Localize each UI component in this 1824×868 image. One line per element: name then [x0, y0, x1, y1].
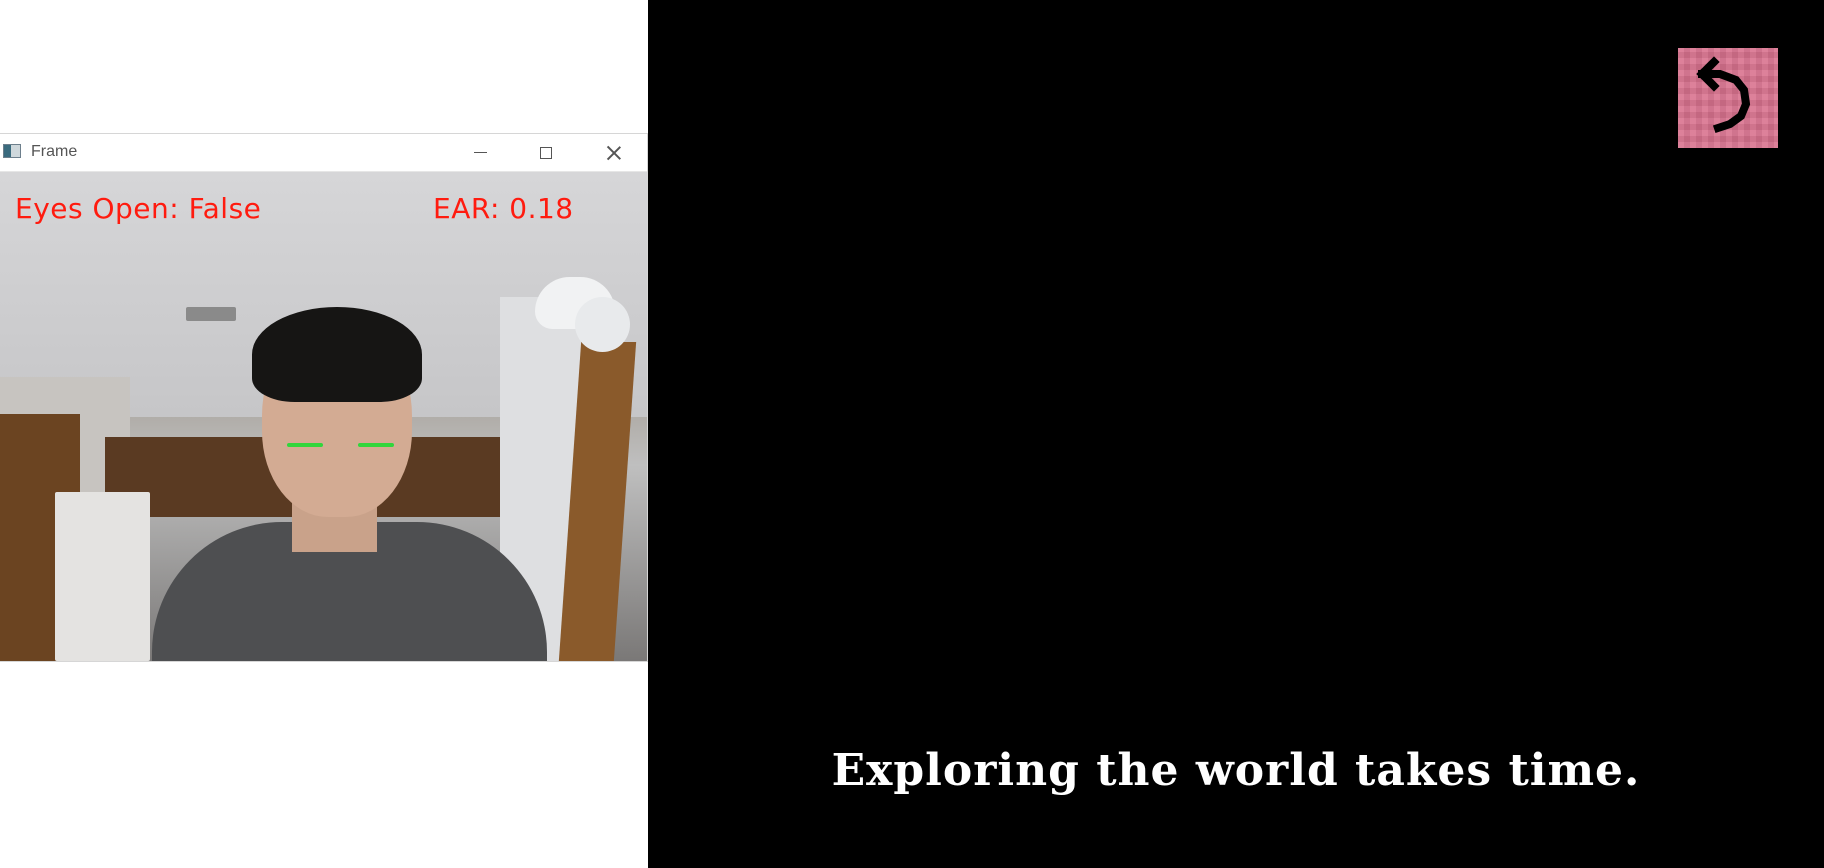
lamp-shade	[575, 297, 630, 352]
minimize-button[interactable]	[447, 134, 513, 171]
game-subtitle: Exploring the world takes time.	[831, 745, 1641, 796]
ear-value: EAR: 0.18	[433, 192, 574, 225]
close-button[interactable]	[581, 134, 647, 171]
close-icon	[607, 146, 621, 160]
window-title: Frame	[31, 143, 78, 160]
right-eye-landmark	[358, 443, 394, 447]
eyes-open-status: Eyes Open: False	[15, 192, 262, 225]
maximize-button[interactable]	[513, 134, 579, 171]
maximize-icon	[540, 146, 552, 159]
app-icon	[3, 144, 21, 158]
undo-button[interactable]	[1678, 48, 1778, 148]
game-screen: Exploring the world takes time.	[648, 0, 1824, 868]
person-hair	[252, 307, 422, 402]
window-titlebar[interactable]: Frame	[0, 134, 647, 172]
webcam-feed: Eyes Open: False EAR: 0.18	[0, 172, 647, 661]
left-pane: Frame Eyes Open: False EAR: 0.18	[0, 0, 647, 868]
frame-window: Frame Eyes Open: False EAR: 0.18	[0, 134, 647, 661]
minimize-icon	[473, 152, 487, 153]
refrigerator	[55, 492, 150, 661]
undo-icon	[1696, 56, 1751, 134]
ceiling-vent	[186, 307, 236, 321]
left-eye-landmark	[287, 443, 323, 447]
